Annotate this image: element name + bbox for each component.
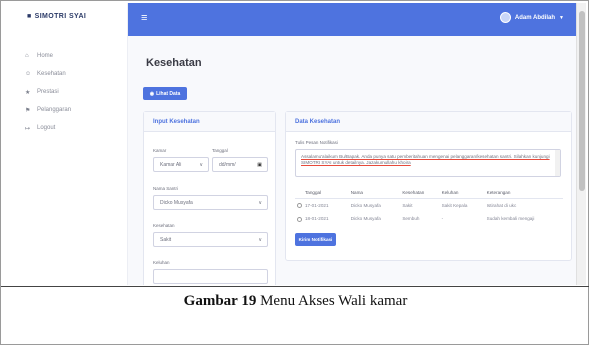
page-scrollbar[interactable]	[576, 3, 586, 285]
chevron-down-icon: ∨	[258, 236, 262, 243]
kirim-notifikasi-button[interactable]: Kirim Notifikasi	[295, 233, 336, 246]
sidebar-item-label: Kesehatan	[37, 71, 66, 77]
scrollbar-thumb[interactable]	[579, 11, 585, 191]
sidebar-item-logout[interactable]: ↦ Logout	[25, 119, 71, 137]
lihat-data-label: Lihat Data	[156, 90, 181, 97]
tanggal-value: dd/mm/	[219, 161, 236, 168]
lihat-data-button[interactable]: ◉ Lihat Data	[143, 87, 187, 100]
sidebar-item-kesehatan[interactable]: ☺ Kesehatan	[25, 65, 71, 83]
col-header: Tanggal	[295, 187, 349, 199]
pesan-label: Tulis Pesan Notifikasi	[295, 140, 338, 145]
row-checkbox[interactable]	[297, 203, 302, 209]
sidebar-nav: ⌂ Home ☺ Kesehatan ★ Prestasi ⚑ Pelangga…	[25, 47, 71, 137]
menu-toggle-icon[interactable]: ≡	[141, 12, 147, 24]
keluhan-label: Keluhan	[153, 260, 170, 265]
textarea-scrollbar[interactable]	[555, 150, 560, 176]
kesehatan-select[interactable]: Sakit ∨	[153, 232, 268, 247]
col-header: Kesehatan	[400, 187, 440, 199]
chevron-down-icon: ∨	[199, 161, 203, 168]
document-frame: ■ SIMOTRI SYAI ⌂ Home ☺ Kesehatan ★ Pres…	[0, 0, 589, 345]
notification-message-text: Assalamu'alaikum Bu/Bapak. Anda punya sa…	[301, 154, 550, 165]
tanggal-input[interactable]: dd/mm/ ▣	[212, 157, 268, 172]
sidebar-item-label: Home	[37, 53, 54, 59]
cell: Dicko Musyafa	[350, 203, 381, 209]
kesehatan-value: Sakit	[160, 236, 172, 243]
avatar	[499, 12, 511, 23]
home-icon: ⌂	[25, 53, 29, 59]
eye-icon: ◉	[149, 90, 155, 97]
topbar: ≡ Adam Abdilah ▼	[128, 3, 576, 36]
sidebar-item-label: Prestasi	[37, 89, 59, 95]
app-screenshot: ■ SIMOTRI SYAI ⌂ Home ☺ Kesehatan ★ Pres…	[3, 3, 586, 285]
figure-caption: Gambar 19 Menu Akses Wali kamar	[1, 293, 589, 310]
nama-santri-select[interactable]: Dicko Musyafa ∨	[153, 195, 268, 210]
kamar-label: Kamar	[153, 148, 167, 153]
brand-name: SIMOTRI SYAI	[34, 13, 87, 20]
cell: Dicko Musyafa	[350, 216, 381, 222]
card-title: Input Kesehatan	[144, 112, 275, 132]
nama-santri-value: Dicko Musyafa	[160, 199, 193, 206]
user-name: Adam Abdilah	[514, 14, 556, 21]
sidebar-item-home[interactable]: ⌂ Home	[25, 47, 71, 65]
cell: -	[441, 216, 444, 222]
caption-label: Gambar 19	[183, 293, 257, 309]
calendar-icon[interactable]: ▣	[257, 162, 262, 168]
card-title: Data Kesehatan	[286, 112, 571, 132]
user-menu[interactable]: Adam Abdilah ▼	[499, 12, 564, 23]
table-header-row: Tanggal Nama Kesehatan Keluhan Keteranga…	[295, 187, 563, 199]
sidebar: ■ SIMOTRI SYAI ⌂ Home ☺ Kesehatan ★ Pres…	[3, 3, 128, 285]
logout-icon: ↦	[25, 125, 31, 132]
sidebar-item-label: Logout	[37, 125, 56, 131]
table-row: 17-01-2021 Dicko Musyafa Sakit Sakit Kep…	[295, 199, 563, 213]
cell: Sakit Kepala	[441, 203, 468, 209]
kesehatan-table: Tanggal Nama Kesehatan Keluhan Keteranga…	[295, 187, 563, 226]
nama-santri-label: Nama Santri	[153, 186, 179, 191]
caption-text: Menu Akses Wali kamar	[256, 293, 408, 309]
row-checkbox[interactable]	[297, 216, 302, 222]
table-row: 18-01-2021 Dicko Musyafa Sembuh - Sudah …	[295, 212, 563, 225]
tanggal-label: Tanggal	[212, 148, 228, 153]
kamar-select[interactable]: Kamar Ali ∨	[153, 157, 209, 172]
brand[interactable]: ■ SIMOTRI SYAI	[27, 13, 86, 20]
col-header: Keluhan	[439, 187, 485, 199]
notification-message-textarea[interactable]: Assalamu'alaikum Bu/Bapak. Anda punya sa…	[295, 149, 561, 177]
keluhan-input[interactable]	[153, 269, 268, 284]
kamar-value: Kamar Ali	[160, 161, 182, 168]
page-title: Kesehatan	[146, 57, 202, 69]
data-kesehatan-card: Data Kesehatan Tulis Pesan Notifikasi As…	[285, 111, 572, 261]
sidebar-item-prestasi[interactable]: ★ Prestasi	[25, 83, 71, 101]
brand-logo-icon: ■	[27, 13, 32, 20]
col-header: Nama	[348, 187, 401, 199]
sidebar-item-label: Pelanggaran	[37, 107, 72, 113]
chevron-down-icon: ∨	[258, 199, 262, 206]
chevron-down-icon: ▼	[559, 14, 564, 21]
col-header: Keterangan	[484, 187, 563, 199]
user-icon: ☺	[25, 71, 32, 77]
kesehatan-label: Kesehatan	[153, 223, 175, 228]
cell: Sembuh	[402, 216, 420, 222]
sidebar-item-pelanggaran[interactable]: ⚑ Pelanggaran	[25, 101, 71, 119]
cell: Sakit	[402, 203, 413, 209]
cell: 18-01-2021	[305, 216, 329, 222]
cell: 17-01-2021	[305, 203, 329, 208]
input-kesehatan-card: Input Kesehatan Kamar Kamar Ali ∨ Tangga…	[143, 111, 276, 285]
users-icon: ⚑	[25, 107, 31, 114]
trophy-icon: ★	[25, 89, 31, 96]
cell: Sudah kembali mengaji	[486, 216, 535, 222]
cell: Istirahat di ukc	[486, 203, 517, 209]
caption-rule	[1, 286, 589, 287]
